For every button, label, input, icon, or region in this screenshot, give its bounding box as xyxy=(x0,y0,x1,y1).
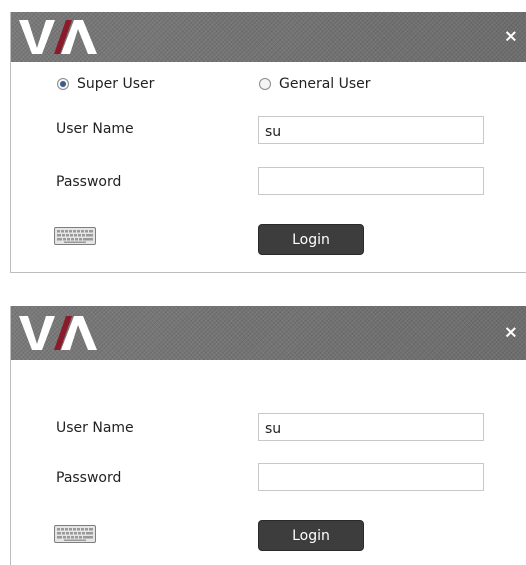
radio-button-unchecked[interactable] xyxy=(259,78,271,90)
close-button[interactable]: × xyxy=(504,324,518,342)
username-label: User Name xyxy=(56,121,134,137)
login-button[interactable]: Login xyxy=(258,520,364,551)
password-input[interactable] xyxy=(258,167,484,195)
user-type-selector: Super User General User xyxy=(11,76,526,96)
username-label: User Name xyxy=(56,420,134,436)
username-input[interactable] xyxy=(258,116,484,144)
via-logo xyxy=(19,20,97,54)
keyboard-icon[interactable] xyxy=(54,227,96,245)
password-input[interactable] xyxy=(258,463,484,491)
radio-general-user[interactable]: General User xyxy=(259,76,371,92)
password-label: Password xyxy=(56,174,122,190)
radio-label-general-user: General User xyxy=(279,76,371,92)
login-dialog-simple: × User Name Password Login xyxy=(10,306,526,565)
dialog-titlebar: × xyxy=(11,12,526,62)
via-logo xyxy=(19,316,97,350)
radio-button-checked[interactable] xyxy=(57,78,69,90)
password-label: Password xyxy=(56,470,122,486)
dialog-titlebar: × xyxy=(11,306,526,360)
radio-label-super-user: Super User xyxy=(77,76,155,92)
login-button[interactable]: Login xyxy=(258,224,364,255)
login-dialog-superuser: × Super User General User User Name Pass… xyxy=(10,12,526,273)
close-button[interactable]: × xyxy=(504,28,518,46)
keyboard-icon[interactable] xyxy=(54,525,96,543)
username-input[interactable] xyxy=(258,413,484,441)
radio-super-user[interactable]: Super User xyxy=(57,76,154,92)
